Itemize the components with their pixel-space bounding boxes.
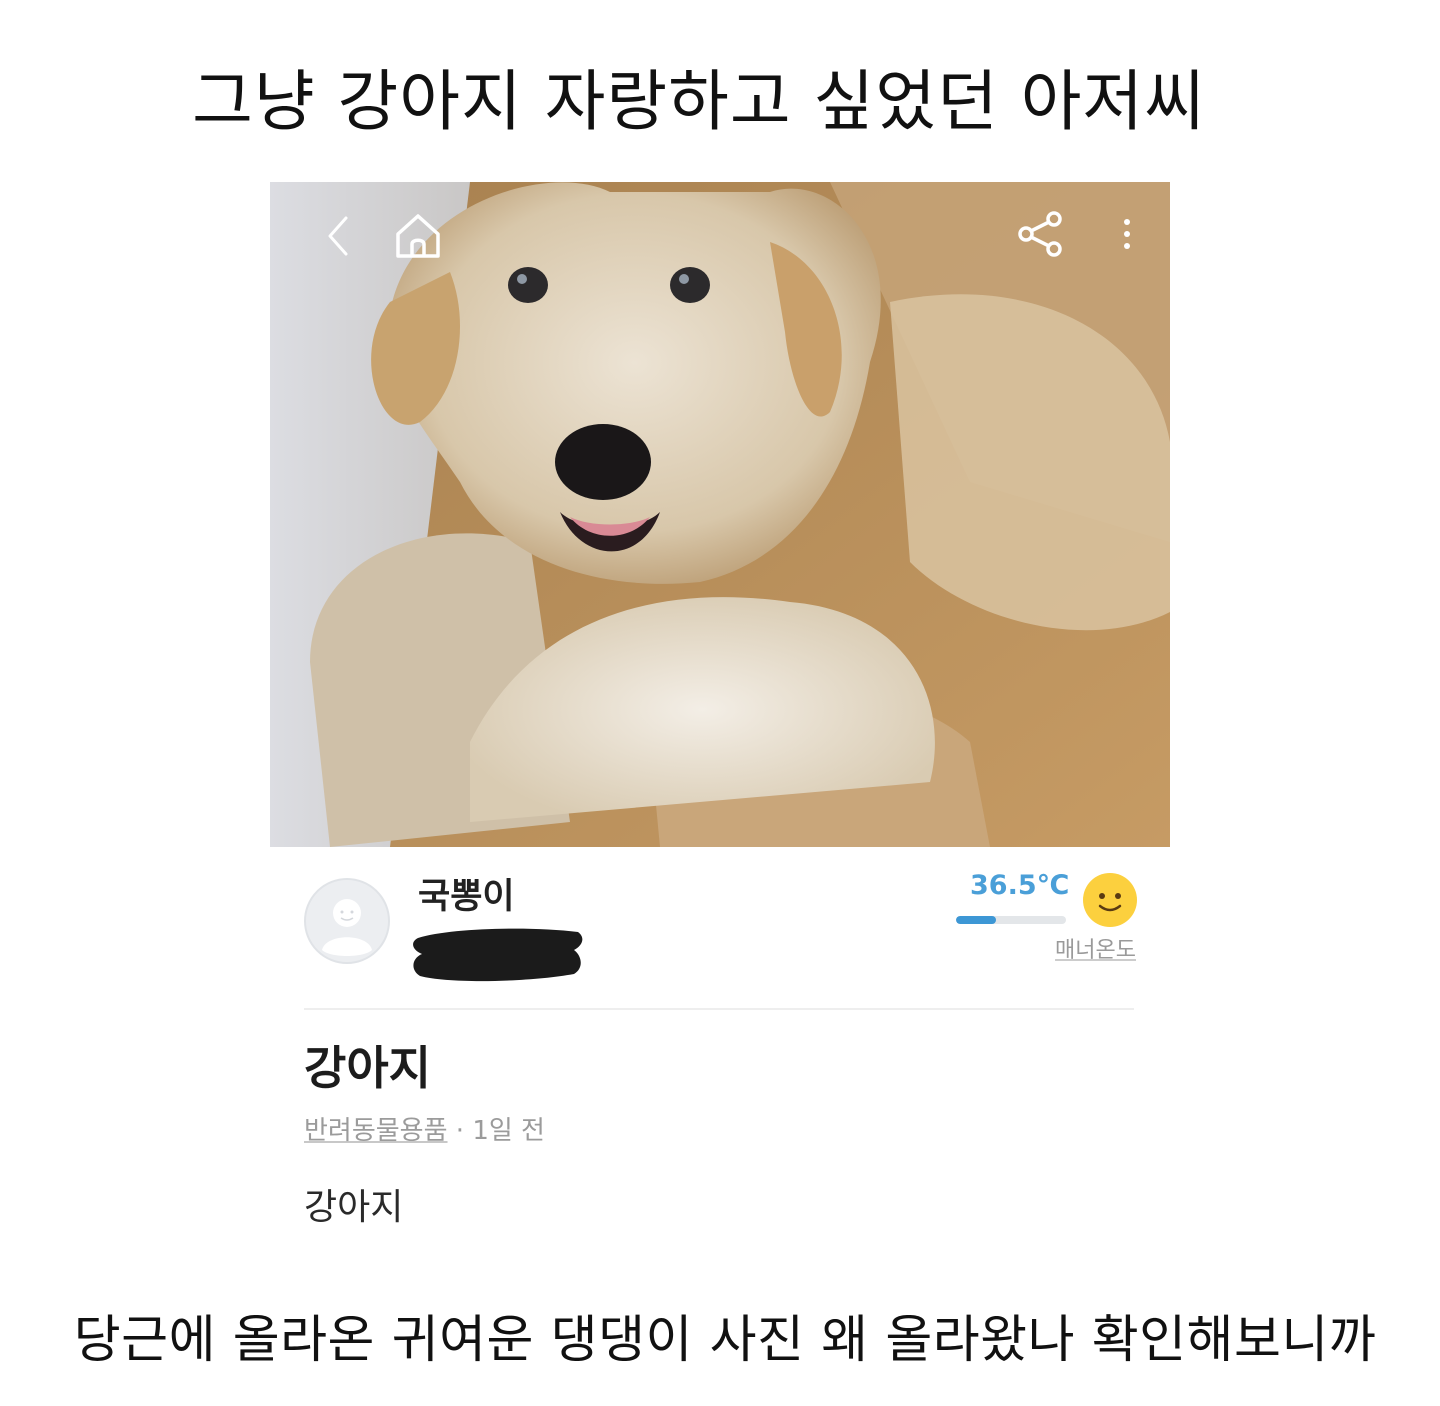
- smiley-face-icon: [1083, 873, 1137, 927]
- page-headline: 그냥 강아지 자랑하고 싶었던 아저씨: [192, 63, 1206, 140]
- share-icon: [1018, 211, 1062, 257]
- footer-caption: 당근에 올라온 귀여운 댕댕이 사진 왜 올라왔나 확인해보니까: [73, 1311, 1377, 1370]
- back-button[interactable]: [308, 182, 378, 282]
- share-button[interactable]: [1004, 182, 1074, 282]
- post-body: 강아지: [304, 1187, 404, 1228]
- more-options-button[interactable]: [1092, 182, 1162, 282]
- product-photo[interactable]: [270, 182, 1170, 847]
- post-title: 강아지: [304, 1041, 431, 1095]
- manner-temperature-bar: [956, 916, 1066, 924]
- home-icon: [396, 214, 440, 258]
- chevron-left-icon: [328, 216, 348, 256]
- post-category-link[interactable]: 반려동물용품: [304, 1116, 448, 1146]
- manner-temperature-label[interactable]: 매너온도: [1040, 932, 1136, 964]
- home-button[interactable]: [382, 182, 452, 282]
- avatar[interactable]: [304, 878, 390, 964]
- manner-temperature-fill: [956, 916, 997, 924]
- post-time: · 1일 전: [447, 1116, 545, 1146]
- redacted-location-mark: [413, 928, 583, 982]
- more-vertical-icon: [1124, 219, 1130, 249]
- post-meta: 반려동물용품 · 1일 전: [304, 1110, 545, 1147]
- section-divider: [304, 1008, 1134, 1010]
- app-screen: 국뽕이 36.5℃ 매너온도 강아지 반려동물용품 · 1일 전 강아지: [270, 182, 1170, 1228]
- manner-temperature-value: 36.5℃: [970, 870, 1070, 901]
- seller-nickname[interactable]: 국뽕이: [418, 868, 515, 919]
